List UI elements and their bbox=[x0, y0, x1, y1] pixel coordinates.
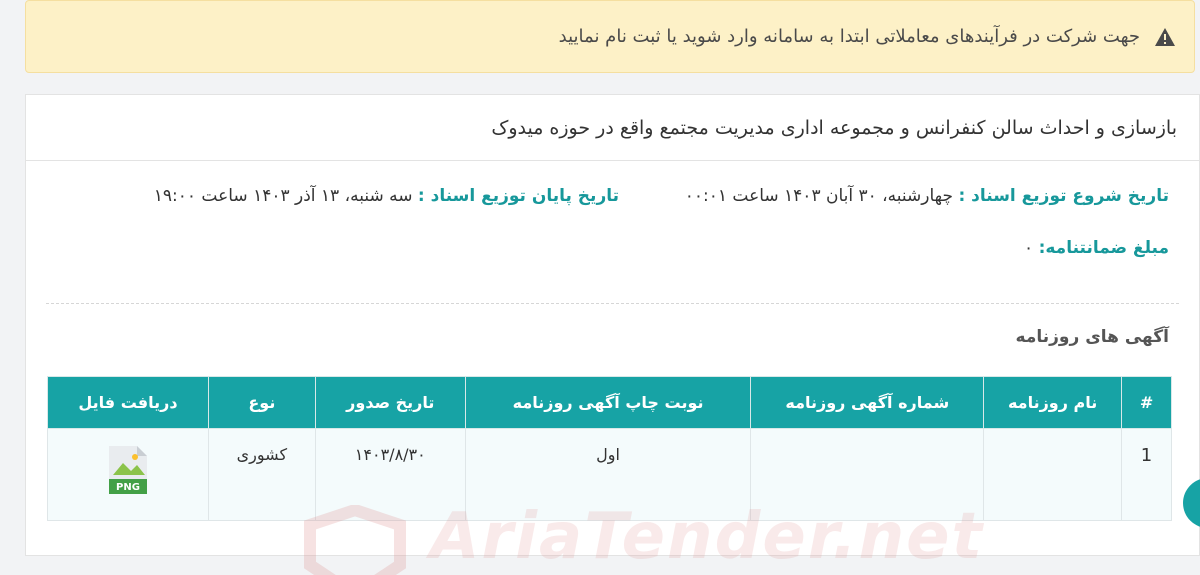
cell-index: 1 bbox=[1121, 428, 1172, 521]
png-file-icon[interactable]: PNG bbox=[107, 445, 149, 495]
watermark-logo-icon bbox=[304, 505, 406, 575]
ads-section-title: آگهی های روزنامه bbox=[1015, 327, 1169, 347]
start-date-value: چهارشنبه، ۳۰ آبان ۱۴۰۳ ساعت ۰۰:۰۱ bbox=[684, 186, 954, 206]
cell-newspaper bbox=[983, 428, 1123, 521]
cell-file: PNG bbox=[47, 428, 209, 521]
table-row: 1 اول ۱۴۰۳/۸/۳۰ کشوری PNG bbox=[47, 428, 1172, 521]
end-date-row: تاریخ پایان توزیع اسناد : سه شنبه، ۱۳ آذ… bbox=[154, 186, 619, 206]
login-alert: جهت شرکت در فرآیندهای معاملاتی ابتدا به … bbox=[25, 0, 1195, 73]
tender-title: بازسازی و احداث سالن کنفرانس و مجموعه اد… bbox=[26, 95, 1199, 161]
col-date: تاریخ صدور bbox=[314, 376, 466, 429]
end-date-label: تاریخ پایان توزیع اسناد : bbox=[417, 186, 619, 206]
cell-ad-number bbox=[750, 428, 985, 521]
guarantee-label: مبلغ ضمانتنامه: bbox=[1038, 238, 1169, 258]
ads-table: # نام روزنامه شماره آگهی روزنامه نوبت چا… bbox=[47, 376, 1172, 521]
warning-icon bbox=[1154, 26, 1176, 48]
alert-text: جهت شرکت در فرآیندهای معاملاتی ابتدا به … bbox=[558, 26, 1140, 47]
tender-card: بازسازی و احداث سالن کنفرانس و مجموعه اد… bbox=[25, 94, 1200, 556]
guarantee-value: ۰ bbox=[1024, 238, 1034, 258]
col-index: # bbox=[1121, 376, 1172, 429]
col-newspaper: نام روزنامه bbox=[983, 376, 1123, 429]
divider bbox=[46, 303, 1179, 304]
end-date-value: سه شنبه، ۱۳ آذر ۱۴۰۳ ساعت ۱۹:۰۰ bbox=[153, 186, 413, 206]
guarantee-row: مبلغ ضمانتنامه: ۰ bbox=[1024, 238, 1169, 258]
col-file: دریافت فایل bbox=[47, 376, 209, 429]
cell-round: اول bbox=[464, 428, 752, 521]
col-ad-number: شماره آگهی روزنامه bbox=[750, 376, 985, 429]
col-round: نوبت چاپ آگهی روزنامه bbox=[464, 376, 752, 429]
start-date-label: تاریخ شروع توزیع اسناد : bbox=[958, 186, 1169, 206]
png-label: PNG bbox=[116, 482, 140, 493]
start-date-row: تاریخ شروع توزیع اسناد : چهارشنبه، ۳۰ آب… bbox=[685, 186, 1169, 206]
table-header-row: # نام روزنامه شماره آگهی روزنامه نوبت چا… bbox=[47, 376, 1172, 429]
col-type: نوع bbox=[207, 376, 316, 429]
